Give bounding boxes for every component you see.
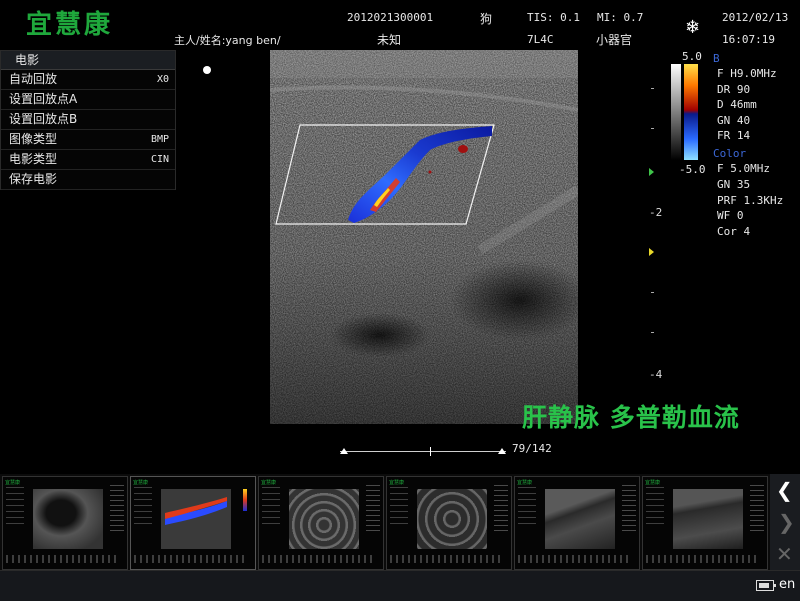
cine-frame-counter: 79/142 (512, 442, 552, 455)
tis-value: TIS: 0.1 (527, 11, 580, 24)
thumbnail[interactable]: 宜慧康 (2, 476, 128, 570)
color-param-line: Cor 4 (717, 225, 751, 238)
ultrasound-image[interactable] (270, 50, 578, 424)
brand-logo: 宜慧康 (26, 10, 114, 40)
thumbnail[interactable]: 宜慧康 (130, 476, 256, 570)
exam-date: 2012/02/13 (722, 11, 789, 24)
menu-item-cine-type[interactable]: 电影类型 CIN (1, 150, 175, 170)
menu-item-value: CIN (150, 154, 169, 165)
menu-item-label: 图像类型 (9, 132, 58, 146)
b-param-line: GN 40 (717, 114, 751, 127)
color-scale-min: -5.0 (679, 163, 706, 176)
owner-name: 主人/姓名:yang ben/ (174, 34, 281, 47)
annotation-text: 肝静脉 多普勒血流 (522, 403, 740, 432)
b-param-line: FR 14 (717, 129, 751, 142)
probe-name: 7L4C (527, 33, 554, 46)
cine-progress-bar[interactable] (340, 446, 506, 456)
menu-item-label: 自动回放 (9, 72, 58, 86)
thumbnail-strip: 宜慧康 宜慧康 宜慧康 宜慧康 宜慧康 宜慧康 (0, 474, 770, 570)
menu-item-set-point-a[interactable]: 设置回放点A (1, 90, 175, 110)
thumbnail-logo: 宜慧康 (645, 480, 661, 486)
color-param-line: WF 0 (717, 209, 744, 222)
depth-label: -4 (649, 368, 663, 381)
menu-item-value: BMP (150, 134, 169, 145)
depth-tick (651, 88, 654, 89)
thumbnail[interactable]: 宜慧康 (514, 476, 640, 570)
cine-start-marker[interactable] (340, 448, 348, 454)
thumbnail-image (673, 489, 743, 549)
color-param-line: PRF 1.3KHz (717, 194, 784, 207)
color-scale-max: 5.0 (682, 50, 702, 63)
thumbnail-logo: 宜慧康 (261, 480, 277, 486)
thumbnail-image (545, 489, 615, 549)
b-param-line: D 46mm (717, 98, 757, 111)
unknown-field: 未知 (377, 33, 402, 47)
patient-id: 2012021300001 (347, 11, 434, 24)
menu-item-set-point-b[interactable]: 设置回放点B (1, 110, 175, 130)
exam-time: 16:07:19 (722, 33, 775, 46)
cine-menu: 电影 自动回放 X0 设置回放点A 设置回放点B 图像类型 BMP 电影类型 C… (0, 50, 176, 190)
thumbnail[interactable]: 宜慧康 (386, 476, 512, 570)
thumbnail-image (289, 489, 359, 549)
status-bar: en (0, 570, 800, 601)
thumbnail-logo: 宜慧康 (389, 480, 405, 486)
menu-item-label: 电影类型 (9, 152, 58, 166)
depth-tick (651, 292, 654, 293)
menu-item-value: X0 (156, 74, 169, 85)
chevron-right-icon[interactable]: ❯ (778, 510, 795, 534)
menu-item-save-cine[interactable]: 保存电影 (1, 170, 175, 190)
depth-label: -2 (649, 206, 663, 219)
menu-item-image-type[interactable]: 图像类型 BMP (1, 130, 175, 150)
gray-scale-bar (671, 64, 681, 160)
thumbnail-logo: 宜慧康 (5, 480, 21, 486)
cine-cursor[interactable] (430, 447, 431, 456)
thumbnail-image (417, 489, 487, 549)
b-mode-title: B (713, 52, 720, 65)
ultrasound-canvas (270, 50, 578, 424)
close-icon[interactable]: ✕ (776, 542, 793, 566)
color-mode-title: Color (713, 147, 747, 160)
color-param-line: GN 35 (717, 178, 751, 191)
mi-value: MI: 0.7 (597, 11, 644, 24)
menu-item-auto-play[interactable]: 自动回放 X0 (1, 70, 175, 90)
snowflake-icon[interactable]: ❄ (685, 17, 700, 38)
color-scale-bar (684, 64, 698, 160)
thumbnail-image (33, 489, 103, 549)
thumbnail-nav: ❮ ❯ ✕ (770, 474, 800, 570)
language-indicator[interactable]: en (779, 577, 795, 592)
thumbnail-logo: 宜慧康 (133, 480, 149, 486)
focus-arrow-icon (649, 248, 654, 256)
cine-end-marker[interactable] (498, 448, 506, 454)
focus-marker (203, 66, 211, 74)
cine-menu-title: 电影 (1, 51, 175, 70)
menu-item-label: 设置回放点A (9, 92, 78, 106)
menu-item-label: 设置回放点B (9, 112, 78, 126)
depth-tick (651, 128, 654, 129)
battery-icon (756, 580, 776, 591)
b-param-line: F H9.0MHz (717, 67, 777, 80)
preset-name: 小器官 (596, 33, 633, 47)
thumbnail[interactable]: 宜慧康 (258, 476, 384, 570)
chevron-left-icon[interactable]: ❮ (776, 478, 793, 502)
thumbnail-image (161, 489, 231, 549)
depth-tick (651, 332, 654, 333)
b-param-line: DR 90 (717, 83, 751, 96)
species: 狗 (480, 12, 493, 26)
menu-item-label: 保存电影 (9, 172, 58, 186)
thumbnail[interactable]: 宜慧康 (642, 476, 768, 570)
color-param-line: F 5.0MHz (717, 162, 770, 175)
thumbnail-logo: 宜慧康 (517, 480, 533, 486)
focus-arrow-icon (649, 168, 654, 176)
